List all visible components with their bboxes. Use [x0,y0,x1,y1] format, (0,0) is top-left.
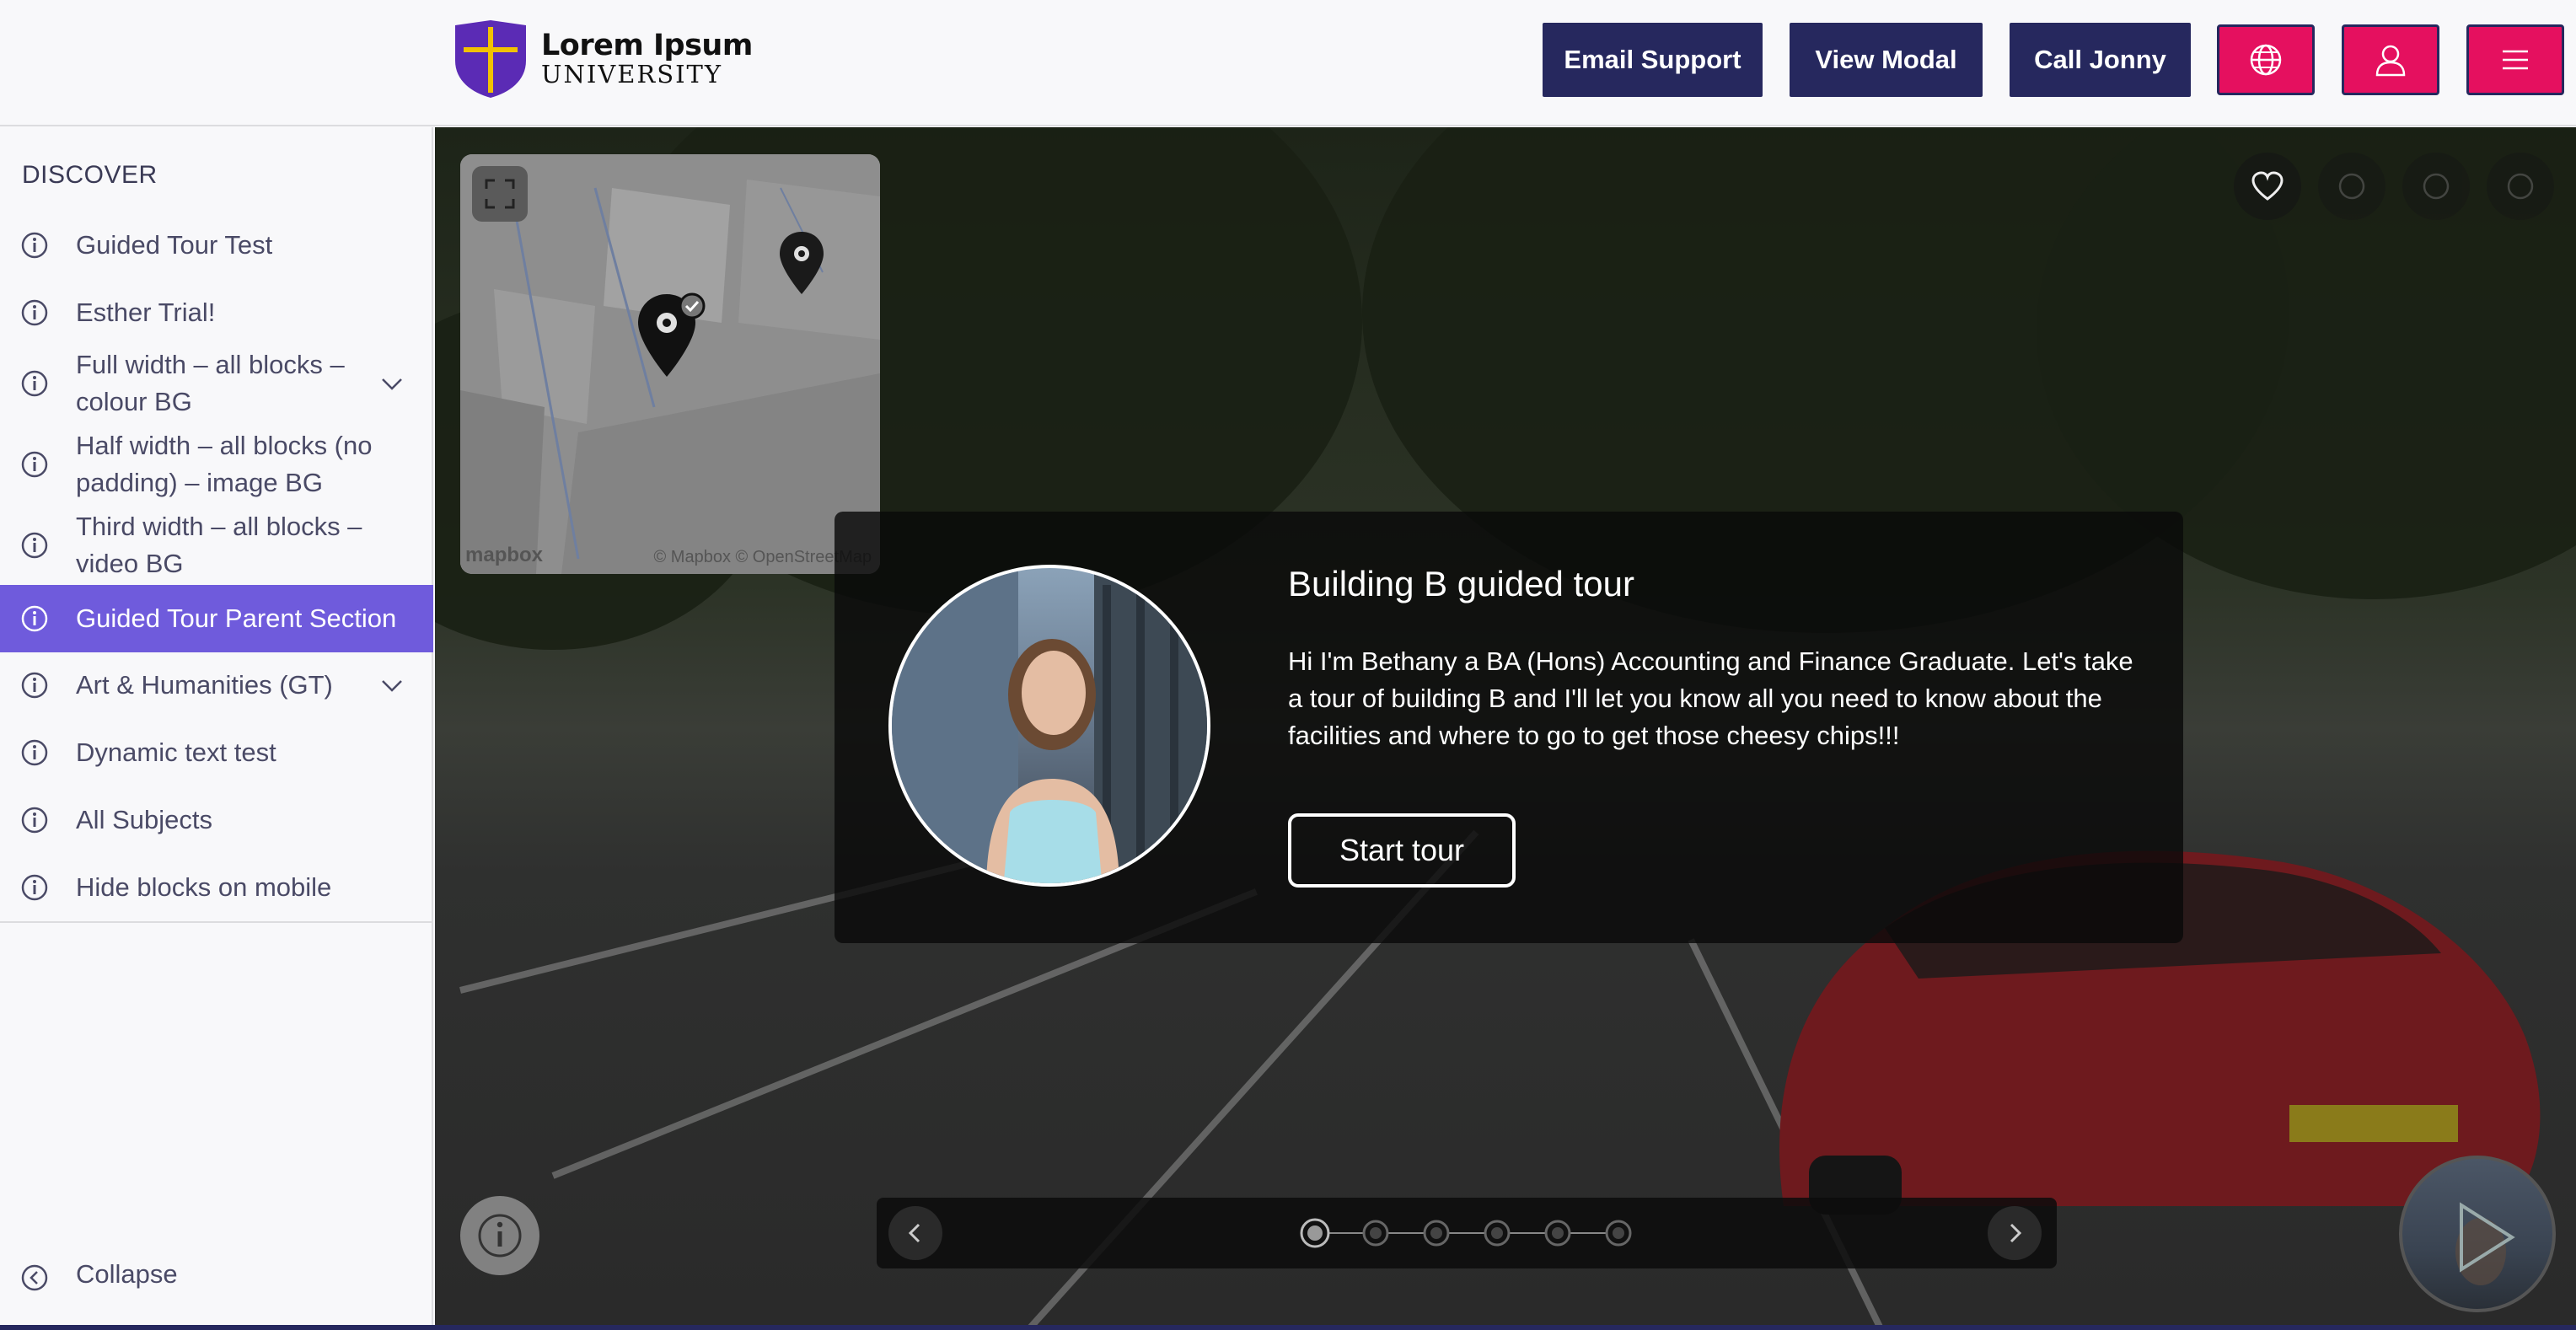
share-icon [2338,173,2365,200]
sidebar-item-guided-tour-parent[interactable]: Guided Tour Parent Section [0,585,433,652]
tour-title: Building B guided tour [1288,564,1634,603]
info-icon [21,605,48,632]
view-modal-button[interactable]: View Modal [1790,23,1983,97]
info-icon [21,451,48,478]
share-button[interactable] [2318,153,2385,220]
sidebar: DISCOVER Guided Tour Test Esther Trial! … [0,127,433,1330]
user-icon [2375,45,2406,77]
sidebar-divider [0,921,432,923]
guide-video-thumbnail[interactable] [2399,1156,2556,1312]
sidebar-item-dynamic-text[interactable]: Dynamic text test [0,727,433,778]
account-button[interactable] [2342,24,2439,95]
vr-icon [2507,173,2534,200]
logo-title: Lorem Ipsum [541,29,753,62]
favourite-button[interactable] [2234,153,2301,220]
guided-tour-card: Building B guided tour Hi I'm Bethany a … [835,512,2183,943]
logo-subtitle: UNIVERSITY [541,60,723,88]
info-icon [21,232,48,259]
sidebar-item-label: Art & Humanities (GT) [76,670,333,700]
sidebar-item-label: Guided Tour Test [76,230,273,260]
menu-button[interactable] [2466,24,2564,95]
panorama-viewer[interactable]: mapbox © Mapbox © OpenStreetMap Building… [435,127,2576,1330]
shield-logo-icon [455,20,526,98]
next-stop-button[interactable] [1988,1206,2042,1260]
previous-stop-button[interactable] [888,1206,942,1260]
sidebar-item-third-width[interactable]: Third width – all blocks – video BG [0,505,433,586]
chevron-right-icon [2010,1223,2022,1243]
call-jonny-button[interactable]: Call Jonny [2010,23,2191,97]
info-icon [21,807,48,834]
audio-button[interactable] [2402,153,2470,220]
info-icon [21,370,48,397]
info-icon [21,874,48,901]
expand-icon [485,179,515,209]
sidebar-item-label: All Subjects [76,805,212,834]
language-button[interactable] [2217,24,2315,95]
heart-icon [2251,171,2284,201]
info-button[interactable] [460,1196,539,1275]
tour-progress-bar [877,1198,2057,1268]
sidebar-item-esther-trial[interactable]: Esther Trial! [0,287,433,338]
audio-icon [2423,173,2450,200]
menu-icon [2503,50,2528,70]
sidebar-item-label: Full width – all blocks – colour BG [76,350,345,416]
sidebar-item-half-width[interactable]: Half width – all blocks (no padding) – i… [0,424,433,505]
globe-icon [2250,44,2282,76]
sidebar-item-label: Third width – all blocks – video BG [76,512,362,578]
tour-description: Hi I'm Bethany a BA (Hons) Accounting an… [1288,646,2133,750]
tour-steps [1300,1218,1632,1248]
sidebar-item-art-humanities[interactable]: Art & Humanities (GT) [0,660,433,711]
minimap[interactable]: mapbox © Mapbox © OpenStreetMap [460,154,880,574]
fullscreen-map-button[interactable] [472,166,528,222]
start-tour-button[interactable]: Start tour [1288,813,1516,888]
bottom-edge-bar [0,1325,2576,1330]
info-icon [21,532,48,559]
play-icon [2455,1202,2515,1285]
chevron-down-icon[interactable] [378,671,406,700]
sidebar-item-guided-tour-test[interactable]: Guided Tour Test [0,220,433,271]
email-support-button[interactable]: Email Support [1543,23,1763,97]
sidebar-item-label: Dynamic text test [76,737,276,767]
chevron-down-icon[interactable] [378,369,406,398]
sidebar-heading: DISCOVER [22,161,158,189]
sidebar-item-label: Hide blocks on mobile [76,872,332,902]
vr-button[interactable] [2487,153,2554,220]
header: Lorem Ipsum UNIVERSITY Email Support Vie… [0,0,2576,126]
collapse-button[interactable]: Collapse [0,1257,433,1299]
sidebar-item-label: Half width – all blocks (no padding) – i… [76,431,373,497]
sidebar-item-label: Guided Tour Parent Section [76,603,397,633]
info-icon [478,1214,522,1258]
collapse-label: Collapse [76,1259,178,1289]
mapbox-logo: mapbox [465,544,544,566]
map-pin-active-icon[interactable] [633,289,709,382]
sidebar-item-label: Esther Trial! [76,298,216,327]
sidebar-item-full-width[interactable]: Full width – all blocks – colour BG [0,343,433,424]
info-icon [21,672,48,699]
sidebar-item-all-subjects[interactable]: All Subjects [0,795,433,845]
chevron-left-circle-icon [21,1264,48,1291]
info-icon [21,299,48,326]
sidebar-item-hide-blocks[interactable]: Hide blocks on mobile [0,862,433,913]
guide-portrait [888,565,1210,887]
info-icon [21,739,48,766]
map-pin-icon[interactable] [776,230,827,298]
chevron-left-icon [908,1223,920,1243]
university-logo[interactable]: Lorem Ipsum UNIVERSITY [452,19,753,99]
guide-photo [892,568,1207,883]
